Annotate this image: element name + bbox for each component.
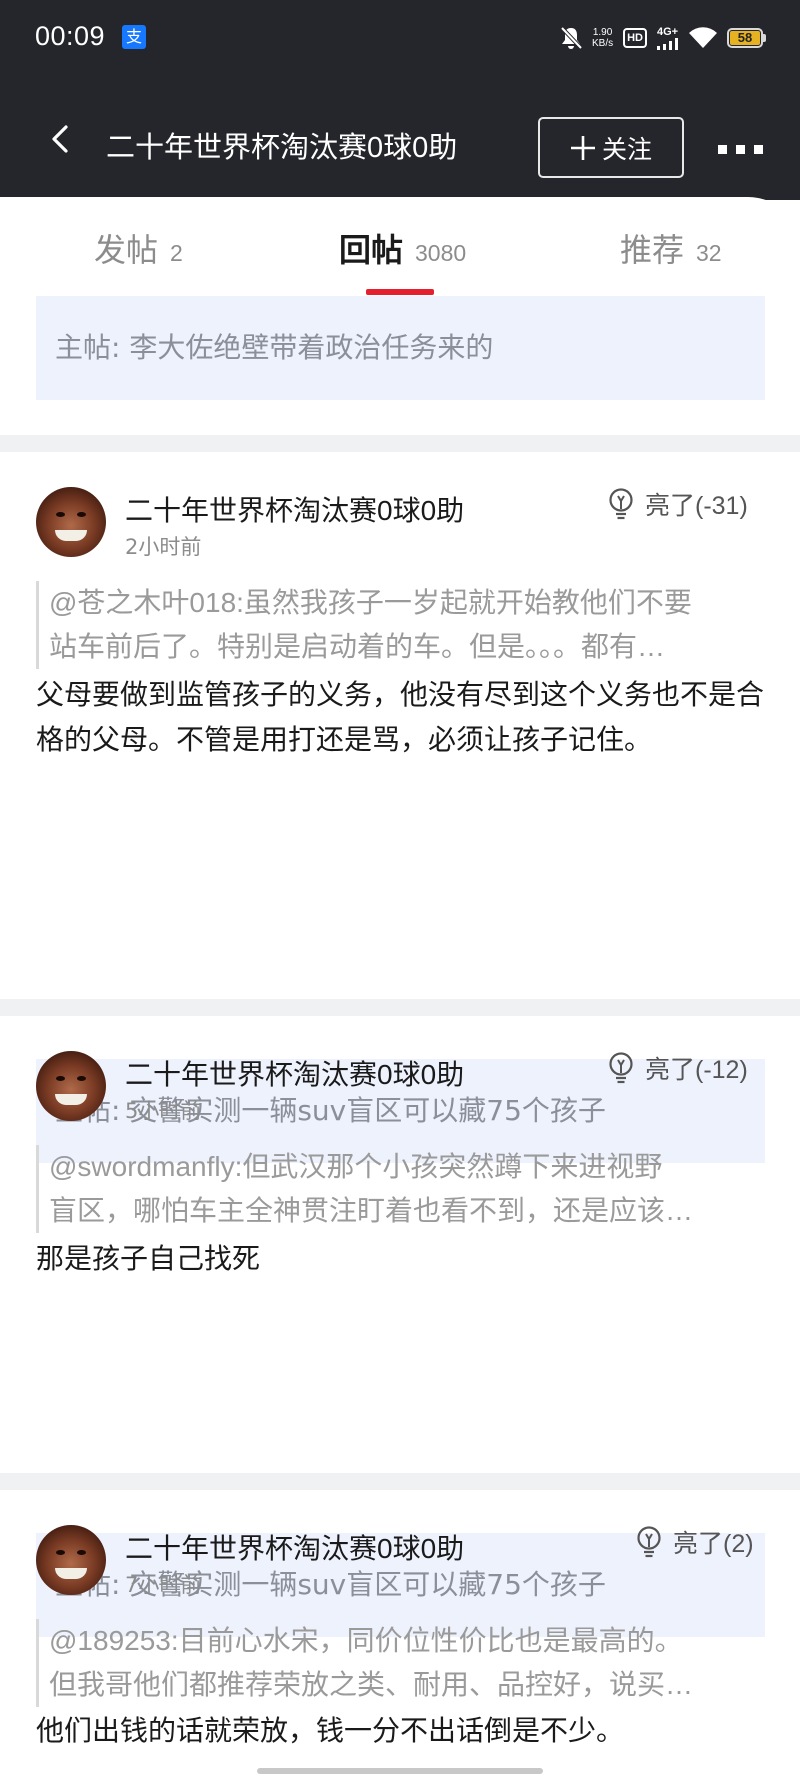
reply-text: 父母要做到监管孩子的义务，他没有尽到这个义务也不是合格的父母。不管是用打还是骂，…	[36, 678, 765, 756]
status-bar: 00:09 支 1.90 KB/s HD 4G+ 58	[0, 0, 800, 76]
section-divider	[0, 1473, 800, 1490]
profile-header: 二十年世界杯淘汰赛0球0助 关注	[0, 76, 800, 200]
avatar[interactable]	[36, 487, 106, 557]
light-button[interactable]: 亮了(-12)	[606, 1050, 748, 1086]
quoted-reply[interactable]: @苍之木叶018:虽然我孩子一岁起就开始教他们不要 站车前后了。特别是启动着的车…	[36, 581, 765, 669]
plus-icon	[570, 135, 595, 160]
tab-bar: 发帖 2 回帖 3080 推荐 32	[0, 197, 800, 295]
lightbulb-icon	[637, 1526, 661, 1558]
main-post-link[interactable]: 主帖: 李大佐绝壁带着政治任务来的	[36, 296, 765, 400]
quoted-reply[interactable]: @189253:目前心水宋，同价位性价比也是最高的。 但我哥他们都推荐荣放之类、…	[36, 1619, 765, 1707]
battery-level: 58	[730, 31, 760, 45]
mute-icon	[560, 26, 582, 50]
follow-label: 关注	[601, 134, 652, 164]
tab-recommended[interactable]: 推荐 32	[620, 225, 722, 271]
post-time: 7小时前	[125, 1573, 202, 1597]
wifi-icon	[689, 27, 717, 48]
lightbulb-icon	[609, 1052, 633, 1084]
avatar[interactable]	[36, 1525, 106, 1595]
reply-text: 他们出钱的话就荣放，钱一分不出话倒是不少。	[36, 1714, 625, 1747]
content-sheet: 发帖 2 回帖 3080 推荐 32 主帖: 李大佐绝壁带着政治任务来的 二十年世界杯…	[0, 197, 800, 1778]
active-tab-indicator	[366, 289, 434, 295]
status-time: 00:09	[35, 21, 106, 51]
more-dots-icon[interactable]	[718, 145, 763, 154]
username[interactable]: 二十年世界杯淘汰赛0球0助	[125, 489, 464, 529]
header-title: 二十年世界杯淘汰赛0球0助	[106, 132, 458, 164]
lightbulb-icon	[609, 488, 633, 520]
network-speed: 1.90 KB/s	[591, 27, 614, 49]
avatar[interactable]	[36, 1051, 106, 1121]
back-arrow-icon[interactable]	[46, 124, 76, 154]
quoted-reply[interactable]: @swordmanfly:但武汉那个小孩突然蹲下来进视野 盲区，哪怕车主全神贯注…	[36, 1145, 765, 1233]
hd-voice-badge: HD	[623, 28, 647, 48]
post-time: 5小时前	[125, 1099, 202, 1123]
section-divider	[0, 435, 800, 452]
reply-text: 那是孩子自己找死	[36, 1242, 261, 1275]
tab-posts[interactable]: 发帖 2	[94, 225, 183, 271]
post-time: 2小时前	[125, 535, 202, 559]
follow-button[interactable]: 关注	[538, 117, 684, 178]
network-type: 4G+	[657, 26, 679, 38]
username[interactable]: 二十年世界杯淘汰赛0球0助	[125, 1053, 464, 1093]
light-button[interactable]: 亮了(-31)	[606, 486, 748, 522]
signal-icon	[657, 38, 678, 50]
username[interactable]: 二十年世界杯淘汰赛0球0助	[125, 1527, 464, 1567]
battery-icon: 58	[727, 28, 766, 48]
section-divider	[0, 999, 800, 1016]
home-indicator[interactable]	[257, 1768, 543, 1774]
top-bar: 00:09 支 1.90 KB/s HD 4G+ 58 二十年世界杯淘汰赛0球0…	[0, 0, 800, 200]
light-button[interactable]: 亮了(2)	[634, 1524, 754, 1560]
tab-replies[interactable]: 回帖 3080	[339, 225, 466, 271]
alipay-notification-icon: 支	[122, 25, 146, 49]
